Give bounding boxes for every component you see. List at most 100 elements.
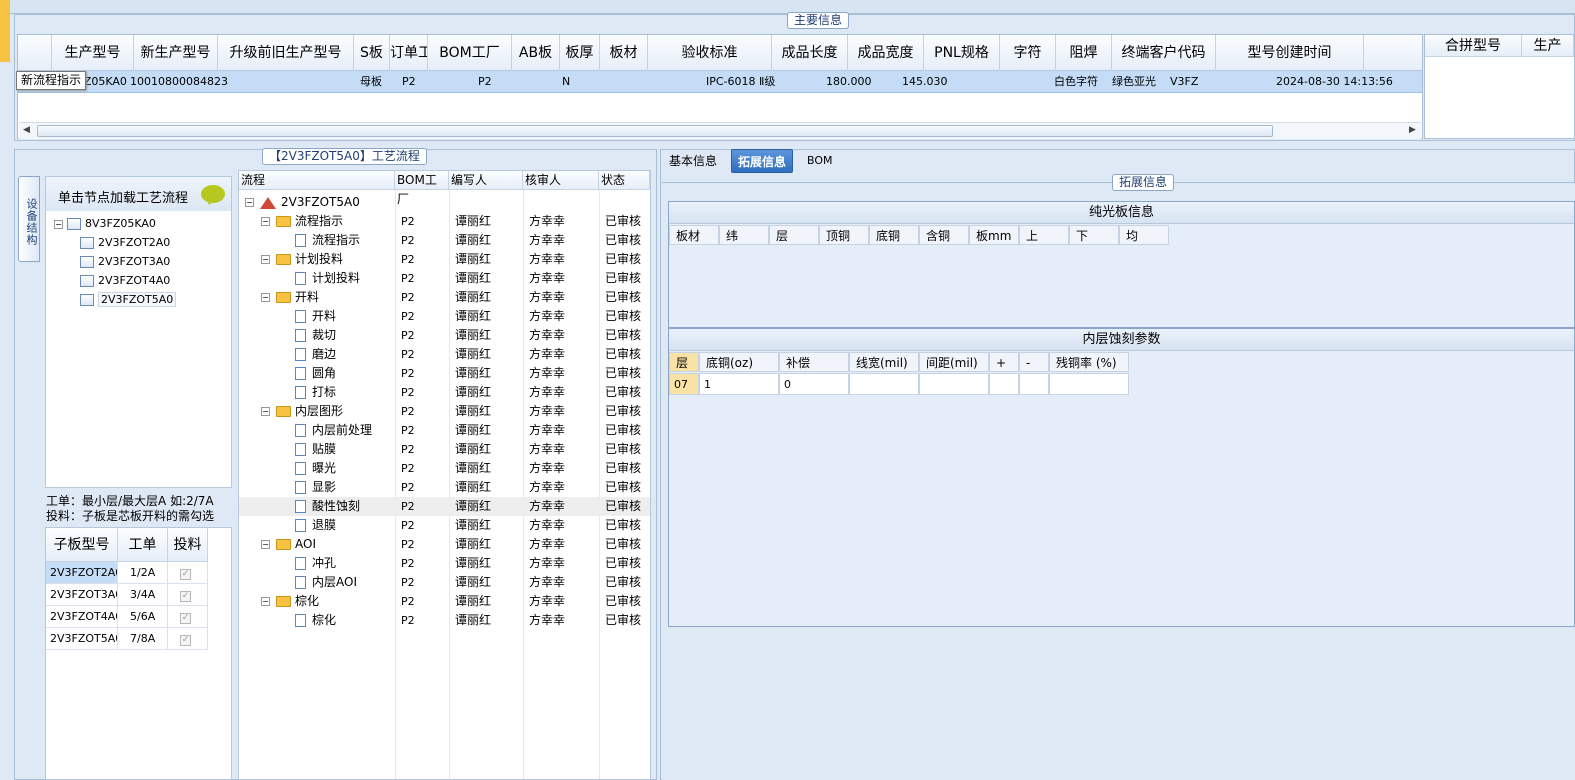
table-cell[interactable]: 07: [669, 373, 699, 395]
column-header[interactable]: 新生产型号: [134, 35, 218, 71]
column-header[interactable]: 板厚: [560, 35, 600, 71]
column-header[interactable]: 成品长度: [772, 35, 848, 71]
list-item[interactable]: 内层AOI P2 谭丽红 方幸幸 已审核: [239, 573, 650, 592]
list-item[interactable]: 流程指示 P2 谭丽红 方幸幸 已审核: [239, 231, 650, 250]
table-cell[interactable]: 145.030: [900, 71, 948, 93]
column-header[interactable]: 升级前旧生产型号: [218, 35, 354, 71]
table-cell[interactable]: [919, 373, 989, 395]
table-cell[interactable]: [1049, 373, 1129, 395]
model-tree[interactable]: − 8V3FZ05KA0 2V3FZOT2A0 2V3FZOT3A0 2V3FZOT4A…: [54, 214, 229, 309]
tree-root[interactable]: − 8V3FZ05KA0: [54, 214, 229, 233]
table-cell[interactable]: IPC-6018 Ⅱ级: [704, 71, 775, 93]
column-header[interactable]: 上: [1019, 225, 1069, 245]
column-header[interactable]: +: [989, 352, 1019, 372]
tree-node[interactable]: 2V3FZOT5A0: [54, 290, 229, 309]
table-cell[interactable]: 2024-08-30 14:13:56: [1274, 71, 1393, 93]
table-cell[interactable]: 绿色亚光: [1110, 71, 1156, 93]
tab-bom[interactable]: BOM: [801, 149, 839, 173]
table-cell[interactable]: [989, 373, 1019, 395]
checkbox[interactable]: ✓: [180, 635, 191, 646]
prod-header-partial[interactable]: 生产: [1522, 35, 1574, 57]
list-item[interactable]: − AOI P2 谭丽红 方幸幸 已审核: [239, 535, 650, 554]
horizontal-scrollbar[interactable]: ◀ ▶: [19, 122, 1421, 139]
column-header[interactable]: 层: [669, 352, 699, 372]
column-header[interactable]: 阻焊: [1056, 35, 1112, 71]
table-cell[interactable]: 2V3FZOT3A0: [46, 584, 118, 606]
process-name-cell[interactable]: 内层AOI: [295, 573, 357, 592]
list-item[interactable]: 打标 P2 谭丽红 方幸幸 已审核: [239, 383, 650, 402]
column-header[interactable]: BOM工厂: [428, 35, 512, 71]
table-cell[interactable]: 2V3FZOT2A0: [46, 562, 118, 584]
table-cell[interactable]: V3FZ: [1168, 71, 1198, 93]
column-header[interactable]: 验收标准: [648, 35, 772, 71]
column-header[interactable]: 字符: [1000, 35, 1056, 71]
column-header[interactable]: 间距(mil): [919, 352, 989, 372]
column-header[interactable]: 子板型号: [46, 528, 118, 562]
collapse-icon[interactable]: −: [245, 198, 254, 207]
table-cell[interactable]: [1019, 373, 1049, 395]
column-header[interactable]: 底铜(oz): [699, 352, 779, 372]
merge-model-header[interactable]: 合拼型号: [1425, 35, 1522, 57]
process-name-cell[interactable]: 酸性蚀刻: [295, 497, 360, 516]
column-header[interactable]: AB板: [512, 35, 560, 71]
column-header[interactable]: 底铜: [869, 225, 919, 245]
table-cell[interactable]: N: [560, 71, 570, 93]
process-name-cell[interactable]: 打标: [295, 383, 336, 402]
merge-model-grid[interactable]: 合拼型号 生产: [1424, 34, 1575, 139]
column-header[interactable]: 订单工厂: [390, 35, 428, 71]
table-cell[interactable]: 7/8A: [118, 628, 168, 650]
table-cell[interactable]: 1: [699, 373, 779, 395]
column-header[interactable]: 板材: [600, 35, 648, 71]
process-name-cell[interactable]: 磨边: [295, 345, 336, 364]
column-header[interactable]: 生产型号: [52, 35, 134, 71]
process-name-cell[interactable]: 开料: [295, 307, 336, 326]
list-item[interactable]: 贴膜 P2 谭丽红 方幸幸 已审核: [239, 440, 650, 459]
table-cell[interactable]: 0: [779, 373, 849, 395]
table-cell[interactable]: 1/2A: [118, 562, 168, 584]
column-header[interactable]: S板: [354, 35, 390, 71]
process-name-cell[interactable]: 流程指示: [295, 231, 360, 250]
process-name-cell[interactable]: 退膜: [295, 516, 336, 535]
collapse-icon[interactable]: −: [261, 293, 270, 302]
collapse-icon[interactable]: −: [261, 407, 270, 416]
process-name-cell[interactable]: 曝光: [295, 459, 336, 478]
list-item[interactable]: 圆角 P2 谭丽红 方幸幸 已审核: [239, 364, 650, 383]
column-header[interactable]: 成品宽度: [848, 35, 924, 71]
splitter[interactable]: [14, 141, 1575, 149]
process-name-cell[interactable]: 显影: [295, 478, 336, 497]
list-item[interactable]: 冲孔 P2 谭丽红 方幸幸 已审核: [239, 554, 650, 573]
process-name-cell[interactable]: 裁切: [295, 326, 336, 345]
process-name-cell[interactable]: − 流程指示: [261, 212, 343, 231]
collapse-icon[interactable]: −: [261, 255, 270, 264]
column-header[interactable]: 型号创建时间: [1216, 35, 1364, 71]
column-header[interactable]: 补偿: [779, 352, 849, 372]
column-header[interactable]: 板材: [669, 225, 719, 245]
list-item[interactable]: 内层前处理 P2 谭丽红 方幸幸 已审核: [239, 421, 650, 440]
column-header[interactable]: 线宽(mil): [849, 352, 919, 372]
collapse-icon[interactable]: −: [261, 217, 270, 226]
column-header[interactable]: 纬: [719, 225, 769, 245]
table-cell[interactable]: ✓: [168, 562, 208, 584]
table-cell[interactable]: 2V3FZOT4A0: [46, 606, 118, 628]
table-cell[interactable]: 白色字符: [1052, 71, 1098, 93]
list-item[interactable]: 显影 P2 谭丽红 方幸幸 已审核: [239, 478, 650, 497]
table-cell[interactable]: P2: [400, 71, 416, 93]
table-row[interactable]: 8V3FZ05KA0 10010800084823 母板 P2 P2 N IPC-6018 …: [18, 71, 1422, 93]
equipment-structure-tab[interactable]: 设备结构: [18, 176, 40, 262]
process-name-cell[interactable]: 计划投料: [295, 269, 360, 288]
list-item[interactable]: − 流程指示 P2 谭丽红 方幸幸 已审核: [239, 212, 650, 231]
list-item[interactable]: 磨边 P2 谭丽红 方幸幸 已审核: [239, 345, 650, 364]
column-header[interactable]: 终端客户代码: [1112, 35, 1216, 71]
tab-basic-info[interactable]: 基本信息: [663, 149, 723, 173]
table-cell[interactable]: 180.000: [824, 71, 872, 93]
process-name-cell[interactable]: − 开料: [261, 288, 319, 307]
process-name-cell[interactable]: 冲孔: [295, 554, 336, 573]
tree-root[interactable]: − 2V3FZOT5A0: [239, 193, 650, 212]
checkbox[interactable]: ✓: [180, 591, 191, 602]
list-item[interactable]: − 棕化 P2 谭丽红 方幸幸 已审核: [239, 592, 650, 611]
process-name-cell[interactable]: 圆角: [295, 364, 336, 383]
table-cell[interactable]: 母板: [358, 71, 382, 93]
process-name-cell[interactable]: − 内层图形: [261, 402, 343, 421]
sub-board-grid[interactable]: 子板型号 工单 投料 2V3FZOT2A0 1/2A ✓ 2V3FZOT3A0 3/4A ✓ 2V…: [45, 527, 232, 780]
process-name-cell[interactable]: 内层前处理: [295, 421, 372, 440]
